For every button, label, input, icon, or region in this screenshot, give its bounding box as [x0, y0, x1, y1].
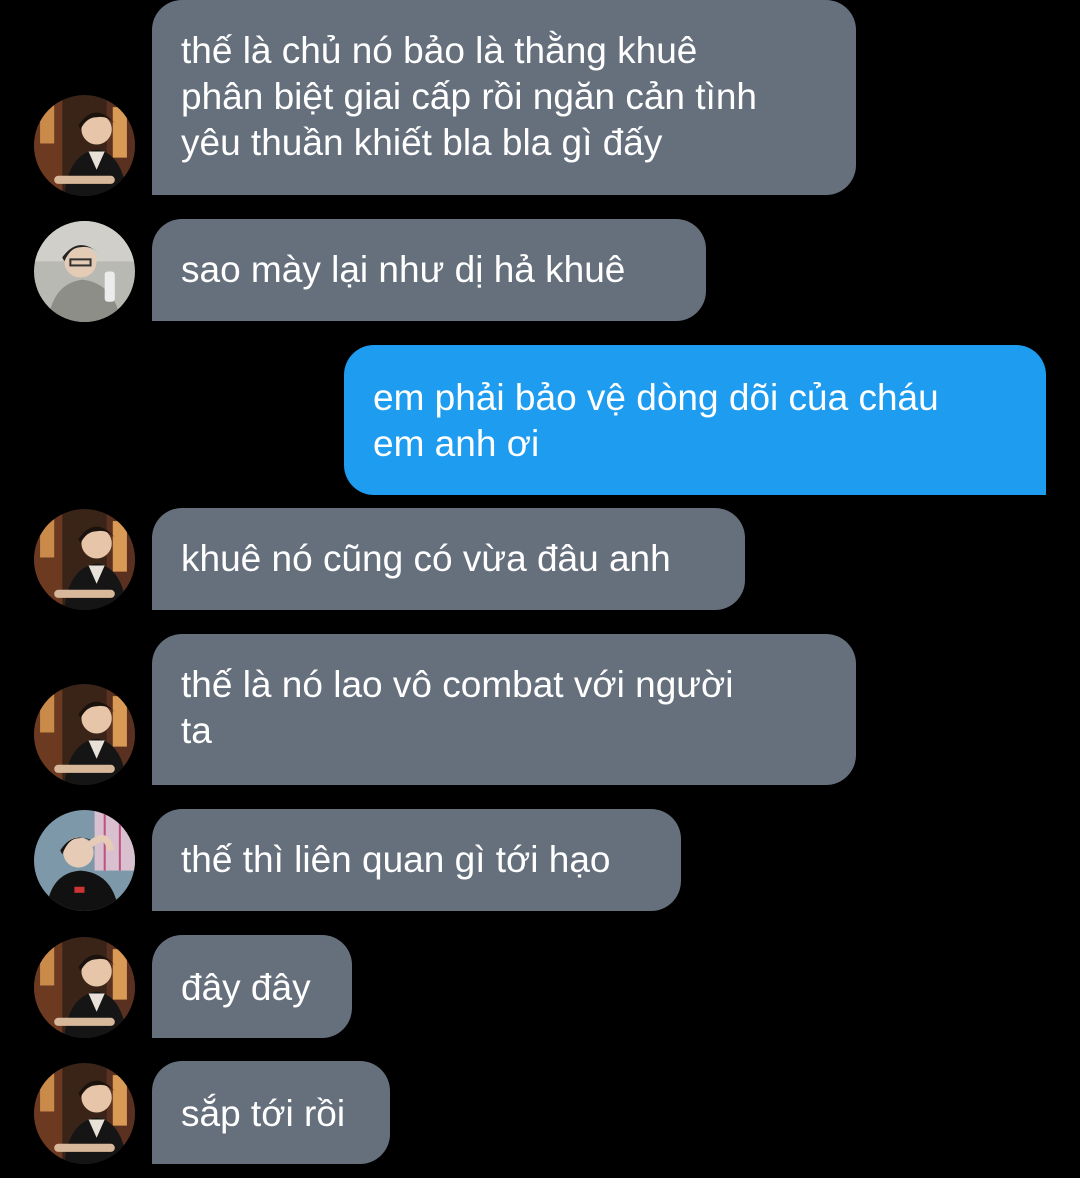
avatar-user-a-icon[interactable] — [34, 937, 135, 1038]
avatar-user-a-icon[interactable] — [34, 95, 135, 196]
message-bubble-incoming[interactable]: thế thì liên quan gì tới hạo — [152, 809, 681, 911]
message-bubble-incoming[interactable]: thế là chủ nó bảo là thằng khuê phân biệ… — [152, 0, 856, 195]
message-bubble-outgoing[interactable]: em phải bảo vệ dòng dõi của cháu em anh … — [344, 345, 1046, 495]
avatar-user-b-icon[interactable] — [34, 221, 135, 322]
avatar-user-c-icon[interactable] — [34, 810, 135, 911]
message-bubble-incoming[interactable]: sao mày lại như dị hả khuê — [152, 219, 706, 321]
message-bubble-incoming[interactable]: sắp tới rồi — [152, 1061, 390, 1164]
avatar-user-a-icon[interactable] — [34, 684, 135, 785]
avatar-user-a-icon[interactable] — [34, 1063, 135, 1164]
avatar-user-a-icon[interactable] — [34, 509, 135, 610]
message-bubble-incoming[interactable]: thế là nó lao vô combat với người ta — [152, 634, 856, 785]
message-bubble-incoming[interactable]: đây đây — [152, 935, 352, 1038]
message-bubble-incoming[interactable]: khuê nó cũng có vừa đâu anh — [152, 508, 745, 610]
